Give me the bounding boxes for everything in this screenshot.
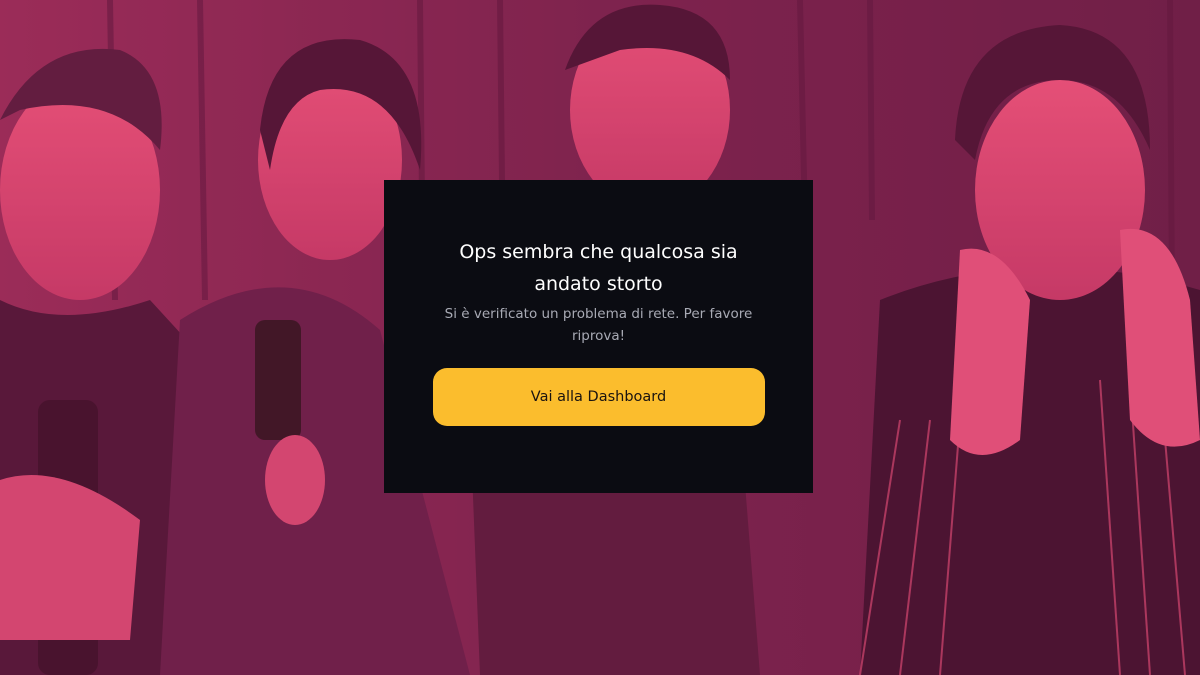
error-page: Ops sembra che qualcosa sia andato stort… [0,0,1200,675]
error-title: Ops sembra che qualcosa sia andato stort… [459,241,738,295]
go-to-dashboard-button[interactable]: Vai alla Dashboard [432,368,765,426]
error-message: Si è verificato un problema di rete. Per… [444,306,753,344]
error-dialog: Ops sembra che qualcosa sia andato stort… [384,180,813,493]
